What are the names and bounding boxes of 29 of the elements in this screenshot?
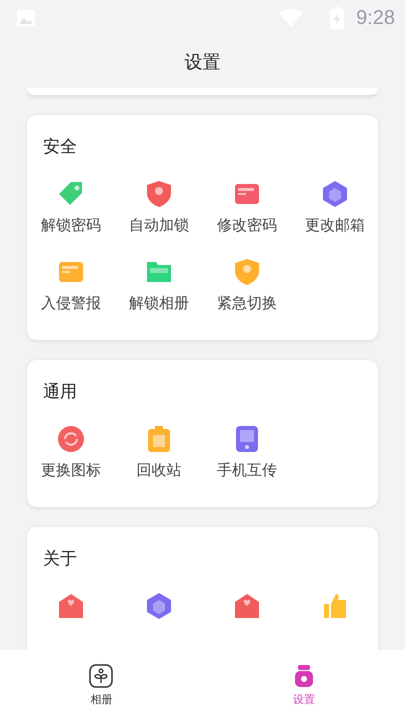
battery-icon [330, 7, 344, 29]
setting-label[interactable]: 解锁密码 [41, 216, 101, 235]
thumbs-up-icon[interactable] [321, 592, 349, 620]
tag-icon[interactable] [57, 180, 85, 208]
hexagon-icon[interactable] [321, 180, 349, 208]
setting-label[interactable]: 手机互传 [217, 461, 277, 480]
section-title: 安全 [42, 136, 78, 158]
section-title: 关于 [42, 548, 78, 570]
plant-icon [89, 664, 114, 688]
setting-label[interactable]: 紧急切换 [217, 294, 277, 313]
image-icon [16, 9, 36, 27]
heart-envelope-icon[interactable] [57, 592, 85, 620]
key-shield-icon[interactable] [145, 180, 173, 208]
refresh-icon[interactable] [57, 425, 85, 453]
hexagon-icon[interactable] [145, 592, 173, 620]
setting-label[interactable]: 回收站 [136, 461, 182, 480]
setting-label[interactable]: 更换图标 [41, 461, 101, 480]
phone-icon[interactable] [233, 425, 261, 453]
envelope-icon[interactable] [233, 592, 261, 620]
setting-label[interactable]: 修改密码 [217, 216, 277, 235]
setting-label[interactable]: 入侵警报 [41, 294, 101, 313]
trash-icon[interactable] [145, 425, 173, 453]
shield-icon[interactable] [233, 258, 261, 286]
setting-label[interactable]: 自动加锁 [129, 216, 189, 235]
section-title: 通用 [42, 381, 78, 403]
setting-label[interactable]: 解锁相册 [129, 294, 189, 313]
page-title: 设置 [184, 51, 220, 74]
setting-label[interactable]: 更改邮箱 [305, 216, 365, 235]
status-time: 9:28 [356, 6, 395, 30]
